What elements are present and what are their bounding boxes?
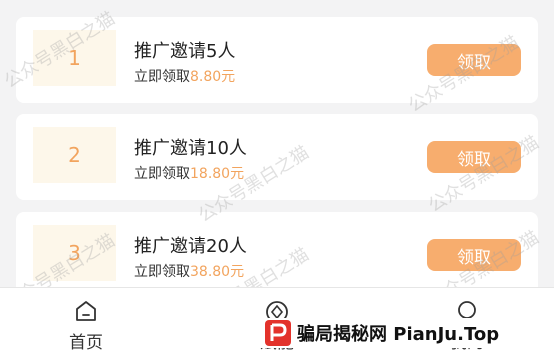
site-watermark-banner: 骗局揭秘网 PianJu.Top	[259, 318, 549, 348]
reward-subtitle: 立即领取38.80元	[134, 261, 244, 281]
claim-button[interactable]: 领取	[427, 141, 521, 173]
reward-amount: 38.80元	[190, 264, 245, 280]
reward-subtitle: 立即领取18.80元	[134, 163, 244, 183]
reward-card-1: 1 推广邀请5人 立即领取8.80元 领取	[16, 17, 538, 103]
reward-title: 推广邀请20人	[134, 236, 247, 257]
reward-subtitle: 立即领取8.80元	[134, 66, 235, 86]
claim-button[interactable]: 领取	[427, 239, 521, 271]
site-logo-icon	[265, 320, 291, 346]
reward-title: 推广邀请10人	[134, 138, 247, 159]
tab-home-label: 首页	[69, 333, 103, 353]
rank-number: 2	[33, 127, 116, 183]
reward-card-2: 2 推广邀请10人 立即领取18.80元 领取	[16, 114, 538, 200]
claim-prefix: 立即领取	[134, 264, 190, 280]
reward-title: 推广邀请5人	[134, 41, 236, 62]
claim-prefix: 立即领取	[134, 166, 190, 182]
site-watermark-text: 骗局揭秘网 PianJu.Top	[297, 324, 500, 345]
reward-card-3: 3 推广邀请20人 立即领取38.80元 领取	[16, 212, 538, 298]
rank-number: 3	[33, 225, 116, 281]
tab-home[interactable]: 首页	[26, 288, 146, 354]
claim-prefix: 立即领取	[134, 69, 190, 85]
claim-button[interactable]: 领取	[427, 44, 521, 76]
home-icon	[74, 300, 98, 326]
reward-amount: 18.80元	[190, 166, 245, 182]
reward-amount: 8.80元	[190, 69, 236, 85]
rank-number: 1	[33, 30, 116, 86]
